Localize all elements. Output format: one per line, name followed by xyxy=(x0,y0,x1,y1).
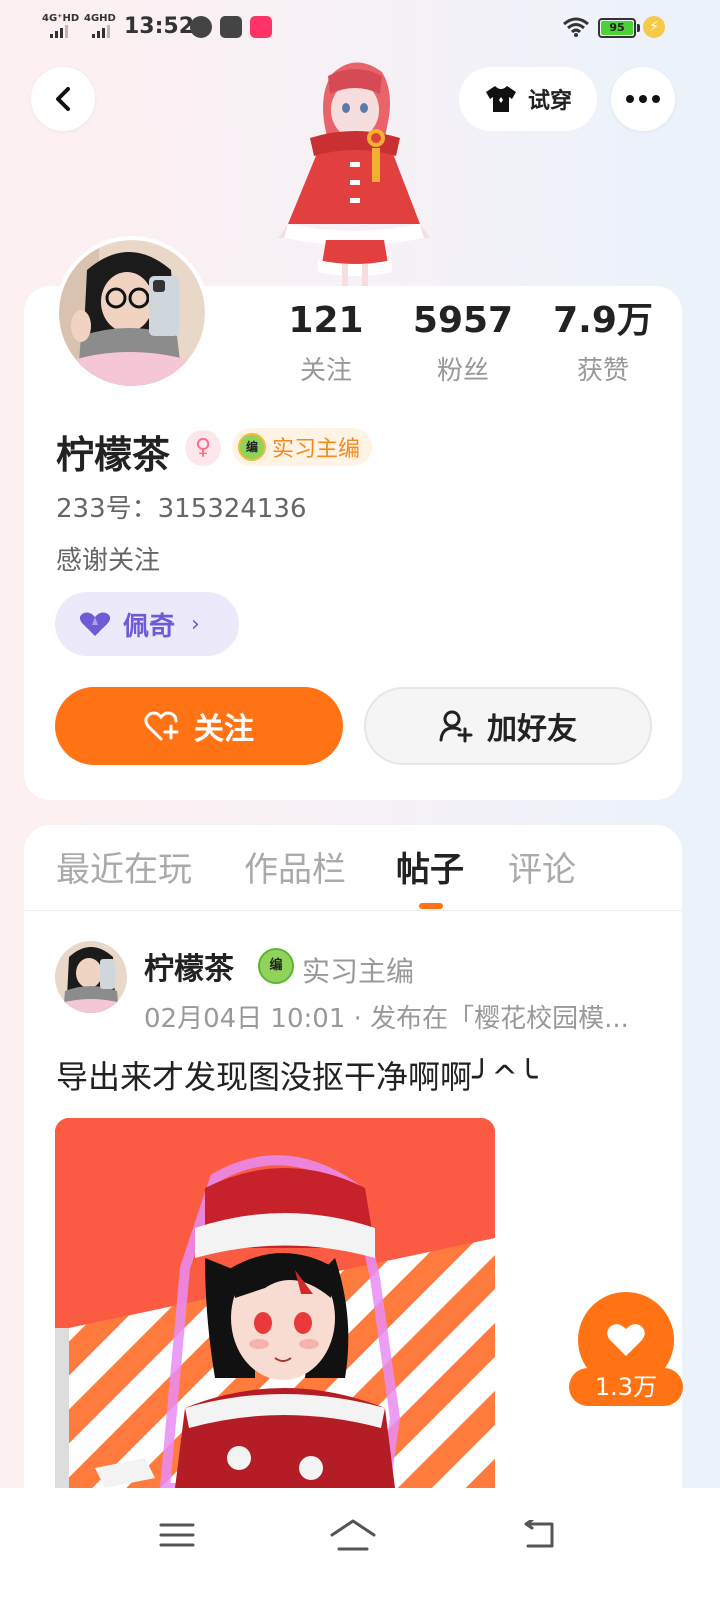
try-on-label: 试穿 xyxy=(527,89,572,114)
editor-rank-icon: 编 xyxy=(238,433,266,461)
wifi-icon xyxy=(563,17,589,37)
chevron-left-icon xyxy=(56,87,70,111)
female-icon: ♀ xyxy=(185,430,221,466)
video-app-icon xyxy=(250,16,272,38)
add-user-icon xyxy=(439,710,473,743)
post-author-avatar[interactable] xyxy=(55,941,127,1013)
add-friend-button[interactable]: 加好友 xyxy=(364,687,652,765)
profile-name: 柠檬茶 xyxy=(56,433,171,477)
tab-works[interactable]: 作品栏 xyxy=(244,842,346,891)
pet-label: 佩奇 xyxy=(123,611,176,642)
likes-label: 获赞 xyxy=(576,356,629,386)
rank-badge[interactable]: 编 实习主编 xyxy=(232,428,373,466)
back-nav-button[interactable] xyxy=(508,1510,568,1560)
likes-count: 7.9万 xyxy=(553,300,653,341)
tab-posts[interactable]: 帖子 xyxy=(396,842,464,891)
following-count: 121 xyxy=(288,300,364,341)
tab-comments[interactable]: 评论 xyxy=(508,842,576,891)
post-author-name[interactable]: 柠檬茶 xyxy=(144,944,234,988)
heart-icon xyxy=(607,1324,645,1356)
follow-button[interactable]: 关注 xyxy=(55,687,343,765)
battery-icon: 95 xyxy=(598,18,636,38)
network-label-1: 4G⁺HD xyxy=(42,13,80,24)
fans-count: 5957 xyxy=(412,300,514,341)
like-count: 1.3万 xyxy=(569,1368,683,1406)
more-button[interactable] xyxy=(611,67,675,131)
pet-chip[interactable]: 佩奇 › xyxy=(55,592,239,656)
avatar-photo xyxy=(55,941,127,1013)
back-button[interactable] xyxy=(31,67,95,131)
menu-icon xyxy=(159,1523,195,1547)
editor-rank-icon: 编 xyxy=(258,948,294,984)
user-bio: 感谢关注 xyxy=(56,546,161,576)
rank-label: 实习主编 xyxy=(272,437,361,462)
chevron-right-icon: › xyxy=(191,611,200,637)
tab-divider xyxy=(24,910,682,911)
active-tab-indicator xyxy=(419,903,443,909)
mail-app-icon xyxy=(220,16,242,38)
heart-icon xyxy=(79,612,111,636)
add-friend-label: 加好友 xyxy=(487,712,577,747)
system-nav-bar xyxy=(0,1488,720,1600)
post-image[interactable] xyxy=(55,1118,495,1488)
heart-plus-icon xyxy=(144,711,179,741)
fans-label: 粉丝 xyxy=(436,356,489,386)
clock: 13:52 xyxy=(124,14,195,39)
network-label-2: 4GHD xyxy=(84,13,116,24)
tshirt-icon xyxy=(485,86,516,112)
profile-avatar[interactable] xyxy=(55,236,209,390)
home-button[interactable] xyxy=(323,1510,383,1560)
following-label: 关注 xyxy=(299,356,352,386)
signal-icon xyxy=(92,24,110,38)
signal-icon xyxy=(50,24,68,38)
battery-tip xyxy=(637,24,640,32)
follow-label: 关注 xyxy=(194,712,254,747)
stat-fans[interactable]: 5957 粉丝 xyxy=(393,300,533,387)
stat-following[interactable]: 121 关注 xyxy=(256,300,396,387)
avatar-photo xyxy=(59,240,205,386)
status-bar: 4G⁺HD 4GHD 13:52 95 ⚡ xyxy=(0,0,720,56)
tab-recently-played[interactable]: 最近在玩 xyxy=(56,842,192,891)
user-id: 233号：315324136 xyxy=(56,494,307,524)
post-text[interactable]: 导出来才发现图没抠干净啊啊╯^╰ xyxy=(56,1052,537,1098)
charging-icon: ⚡ xyxy=(643,16,665,38)
media-app-icon xyxy=(190,16,212,38)
post-meta[interactable]: 02月04日 10:01 · 发布在「樱花校园模... xyxy=(144,998,664,1035)
stat-likes[interactable]: 7.9万 获赞 xyxy=(533,300,673,387)
back-arrow-icon xyxy=(524,1520,554,1548)
post-rank-label: 实习主编 xyxy=(302,955,415,988)
post-image-artwork xyxy=(55,1118,495,1488)
character-avatar-model[interactable] xyxy=(270,52,440,288)
menu-button[interactable] xyxy=(147,1510,207,1560)
try-on-button[interactable]: 试穿 xyxy=(459,67,597,131)
home-icon xyxy=(330,1519,376,1551)
more-horizontal-icon xyxy=(626,95,660,103)
